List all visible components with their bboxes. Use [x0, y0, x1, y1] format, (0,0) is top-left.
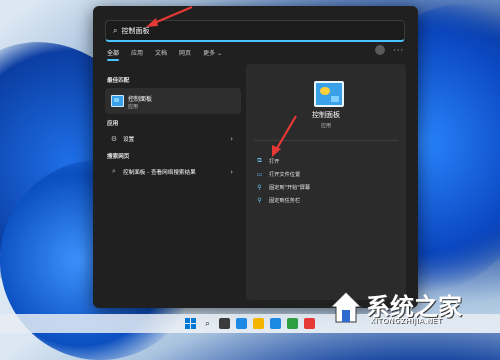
house-logo-icon — [329, 291, 363, 323]
list-item-label: 控制面板 - 查看网络搜索结果 — [123, 169, 196, 176]
tab-apps[interactable]: 应用 — [131, 48, 143, 60]
watermark-subtitle: XITONGZHIJIA.NET — [370, 317, 443, 325]
control-panel-icon — [314, 81, 344, 107]
folder-icon: ▭ — [256, 170, 263, 178]
annotation-arrow — [272, 115, 297, 157]
tab-all[interactable]: 全部 — [107, 48, 120, 61]
widgets-icon[interactable] — [236, 318, 247, 329]
tab-documents[interactable]: 文档 — [155, 48, 167, 60]
action-label: 固定到任务栏 — [269, 197, 301, 204]
result-type: 应用 — [128, 104, 139, 110]
action-label: 固定到"开始"屏幕 — [269, 184, 311, 191]
list-item-web-search[interactable]: ⌕ 控制面板 - 查看网络搜索结果 › — [105, 165, 241, 178]
tab-label: 更多 — [203, 50, 216, 57]
store-icon[interactable] — [287, 318, 298, 329]
list-item-settings[interactable]: ⚙ 设置 › — [105, 132, 241, 145]
filter-tabs: 全部 应用 文档 网页 更多 ⌄ — [107, 48, 234, 61]
pin-icon: ⚲ — [257, 183, 262, 191]
file-explorer-icon[interactable] — [253, 318, 264, 329]
list-item-label: 设置 — [123, 136, 135, 143]
tab-label: 应用 — [131, 50, 144, 57]
section-title-web: 搜索网页 — [107, 154, 130, 160]
chevron-down-icon: ⌄ — [217, 50, 223, 57]
search-icon: ⌕ — [113, 25, 118, 35]
search-icon[interactable]: ⌕ — [202, 319, 213, 329]
windows-start-icon[interactable] — [185, 318, 196, 329]
annotation-arrow — [146, 5, 193, 27]
start-search-panel: ⌕ 全部 应用 文档 网页 更多⌄ ··· 最佳匹配 控制面板 应用 应用 ⚙ … — [93, 6, 418, 308]
open-icon: ⧉ — [257, 157, 262, 164]
tab-web[interactable]: 网页 — [179, 48, 191, 60]
action-pin-to-start[interactable]: ⚲ 固定到"开始"屏幕 — [256, 182, 310, 192]
edge-icon[interactable] — [270, 318, 281, 329]
control-panel-icon — [111, 95, 124, 107]
action-label: 打开文件位置 — [269, 171, 301, 178]
tab-toolbar: ··· — [375, 45, 404, 55]
result-name: 控制面板 — [128, 96, 153, 103]
app-icon[interactable] — [304, 318, 315, 329]
action-open-file-location[interactable]: ▭ 打开文件位置 — [256, 169, 300, 179]
best-match-result[interactable]: 控制面板 应用 — [105, 88, 241, 114]
tab-label: 文档 — [155, 50, 168, 57]
gear-icon: ⚙ — [110, 134, 118, 143]
search-icon: ⌕ — [112, 167, 116, 175]
action-pin-to-taskbar[interactable]: ⚲ 固定到任务栏 — [256, 195, 300, 205]
tab-label: 全部 — [107, 50, 120, 57]
avatar[interactable] — [375, 45, 386, 55]
chevron-right-icon: › — [230, 167, 233, 176]
more-options-icon[interactable]: ··· — [393, 46, 404, 55]
task-view-icon[interactable] — [219, 318, 230, 329]
section-title-apps: 应用 — [107, 121, 119, 127]
chevron-right-icon: › — [230, 134, 233, 143]
tab-more[interactable]: 更多 ⌄ — [203, 48, 222, 60]
watermark: 系统之家 XITONGZHIJIA.NET — [326, 285, 496, 331]
section-title-best-match: 最佳匹配 — [107, 78, 130, 84]
pin-icon: ⚲ — [257, 196, 262, 204]
detail-pane: 控制面板 应用 ⧉ 打开 ▭ 打开文件位置 ⚲ 固定到"开始"屏幕 ⚲ 固定到任… — [246, 64, 406, 300]
tab-label: 网页 — [179, 50, 192, 57]
